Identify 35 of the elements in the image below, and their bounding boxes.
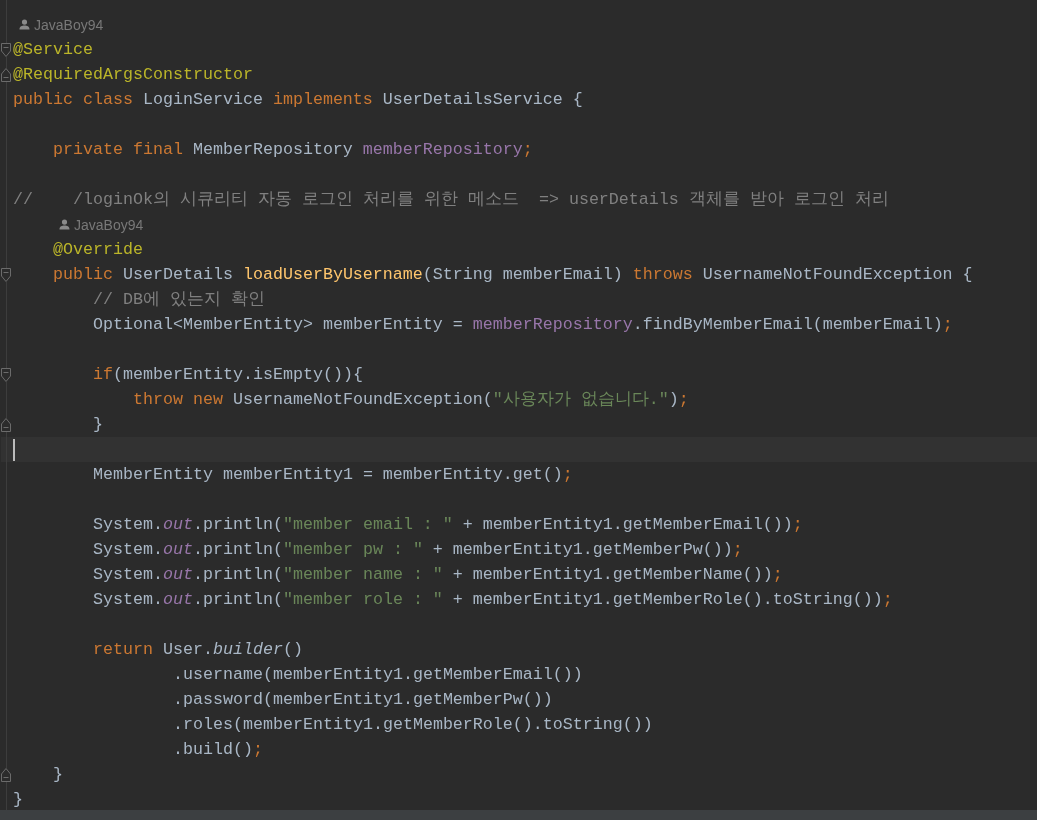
code-comment: // DB에 있는지 확인	[93, 289, 265, 311]
fold-icon[interactable]	[1, 767, 11, 782]
code-line: throw new UsernameNotFoundException("사용자가 없습니다.");	[133, 389, 689, 411]
fold-icon[interactable]	[1, 67, 11, 82]
fold-icon[interactable]	[1, 367, 11, 382]
code-line: MemberEntity memberEntity1 = memberEntity.get();	[93, 464, 573, 486]
code-line: .roles(memberEntity1.getMemberRole().toString())	[173, 714, 653, 736]
code-line: Optional<MemberEntity> memberEntity = memberRepository.findByMemberEmail(memberEmail);	[93, 314, 953, 336]
code-line: }	[53, 764, 63, 786]
code-line: public class LoginService implements UserDetailsService {	[13, 89, 583, 111]
code-line: @Override	[53, 239, 143, 261]
code-line: return User.builder()	[93, 639, 303, 661]
code-line: System.out.println("member name : " + memberEntity1.getMemberName());	[93, 564, 783, 586]
fold-icon[interactable]	[1, 42, 11, 57]
person-icon	[59, 219, 70, 230]
text-cursor	[13, 438, 15, 461]
code-line: }	[13, 789, 23, 811]
author-hint[interactable]: JavaBoy94	[74, 216, 144, 233]
code-comment: // /loginOk의 시큐리티 자동 로그인 처리를 위한 메소드 => userDetails 객체를 받아 로그인 처리	[13, 189, 889, 211]
code-line: @RequiredArgsConstructor	[13, 64, 253, 86]
code-line: .password(memberEntity1.getMemberPw())	[173, 689, 553, 711]
code-line: System.out.println("member pw : " + memberEntity1.getMemberPw());	[93, 539, 743, 561]
code-line: .build();	[173, 739, 263, 761]
code-line: System.out.println("member role : " + memberEntity1.getMemberRole().toString());	[93, 589, 893, 611]
code-line: .username(memberEntity1.getMemberEmail())	[173, 664, 583, 686]
fold-icon[interactable]	[1, 267, 11, 282]
author-hint[interactable]: JavaBoy94	[34, 16, 104, 33]
person-icon	[19, 19, 30, 30]
code-line: @Service	[13, 39, 93, 61]
fold-icon[interactable]	[1, 417, 11, 432]
code-line: }	[93, 414, 103, 436]
code-line: if(memberEntity.isEmpty()){	[93, 364, 363, 386]
code-line: private final MemberRepository memberRepository;	[53, 139, 533, 161]
code-line: public UserDetails loadUserByUsername(String memberEmail) throws UsernameNotFoundException {	[53, 264, 973, 286]
code-line: System.out.println("member email : " + memberEntity1.getMemberEmail());	[93, 514, 803, 536]
